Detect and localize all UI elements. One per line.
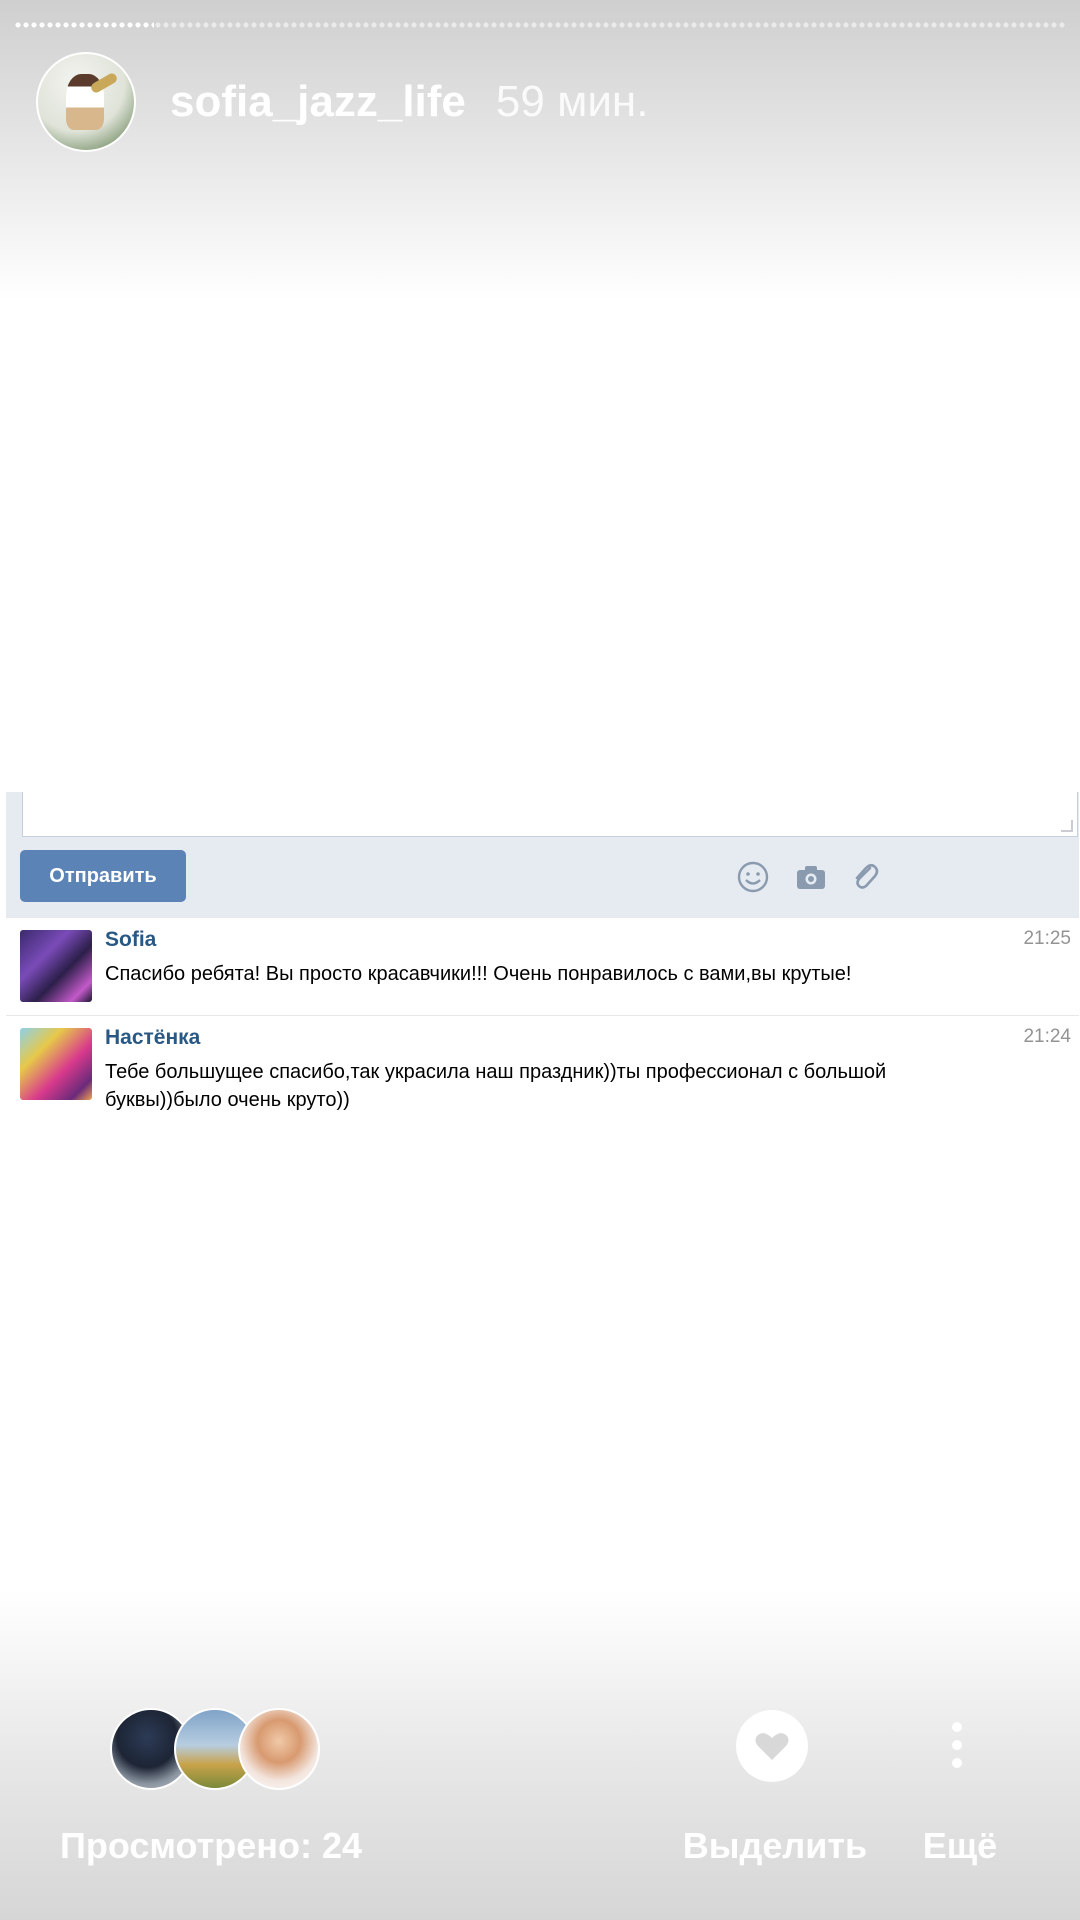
message-text: Спасибо ребята! Вы просто красавчики!!! …	[105, 963, 852, 985]
progress-segment-remaining	[154, 22, 1066, 28]
vk-message-item: Настёнка 21:24 Тебе большущее спасибо,та…	[6, 1015, 1079, 1129]
message-time: 21:24	[1023, 1026, 1071, 1047]
profile-avatar[interactable]	[36, 52, 136, 152]
vk-compose-panel: Отправить	[6, 792, 1079, 917]
message-time: 21:25	[1023, 928, 1071, 949]
vk-send-button: Отправить	[20, 850, 186, 902]
resize-grip-icon	[1061, 820, 1073, 832]
more-label: Ещё	[922, 1825, 998, 1866]
sender-avatar	[20, 1028, 92, 1100]
progress-segment-viewed	[14, 22, 154, 28]
camera-icon	[797, 866, 825, 889]
story-header: sofia_jazz_life 59 мин.	[36, 52, 648, 152]
message-author: Настёнка	[105, 1026, 201, 1049]
heart-icon	[755, 1733, 789, 1760]
story-username[interactable]: sofia_jazz_life	[170, 77, 466, 127]
smile-icon	[737, 861, 769, 893]
more-button[interactable]: Ещё	[900, 1710, 1020, 1880]
more-vertical-icon	[952, 1722, 964, 1772]
story-progress-bar	[14, 22, 1066, 28]
vk-chat-screenshot: Отправить Sofia 21:25 Спасибо ребята! Вы…	[6, 792, 1079, 1129]
viewer-avatar	[238, 1708, 320, 1790]
vk-message-item: Sofia 21:25 Спасибо ребята! Вы просто кр…	[6, 917, 1079, 1016]
highlight-label: Выделить	[682, 1825, 868, 1866]
viewers-avatars[interactable]	[110, 1708, 330, 1790]
views-count[interactable]: Просмотрено: 24	[60, 1825, 362, 1867]
highlight-button[interactable]: Выделить	[680, 1710, 870, 1880]
paperclip-icon	[855, 863, 879, 889]
story-time-ago: 59 мин.	[495, 77, 649, 126]
heart-icon-circle	[736, 1710, 808, 1782]
message-text: Тебе большущее спасибо,так украсила наш …	[105, 1061, 887, 1111]
message-author: Sofia	[105, 928, 157, 951]
vk-message-textarea	[22, 792, 1078, 837]
sender-avatar	[20, 930, 92, 1002]
